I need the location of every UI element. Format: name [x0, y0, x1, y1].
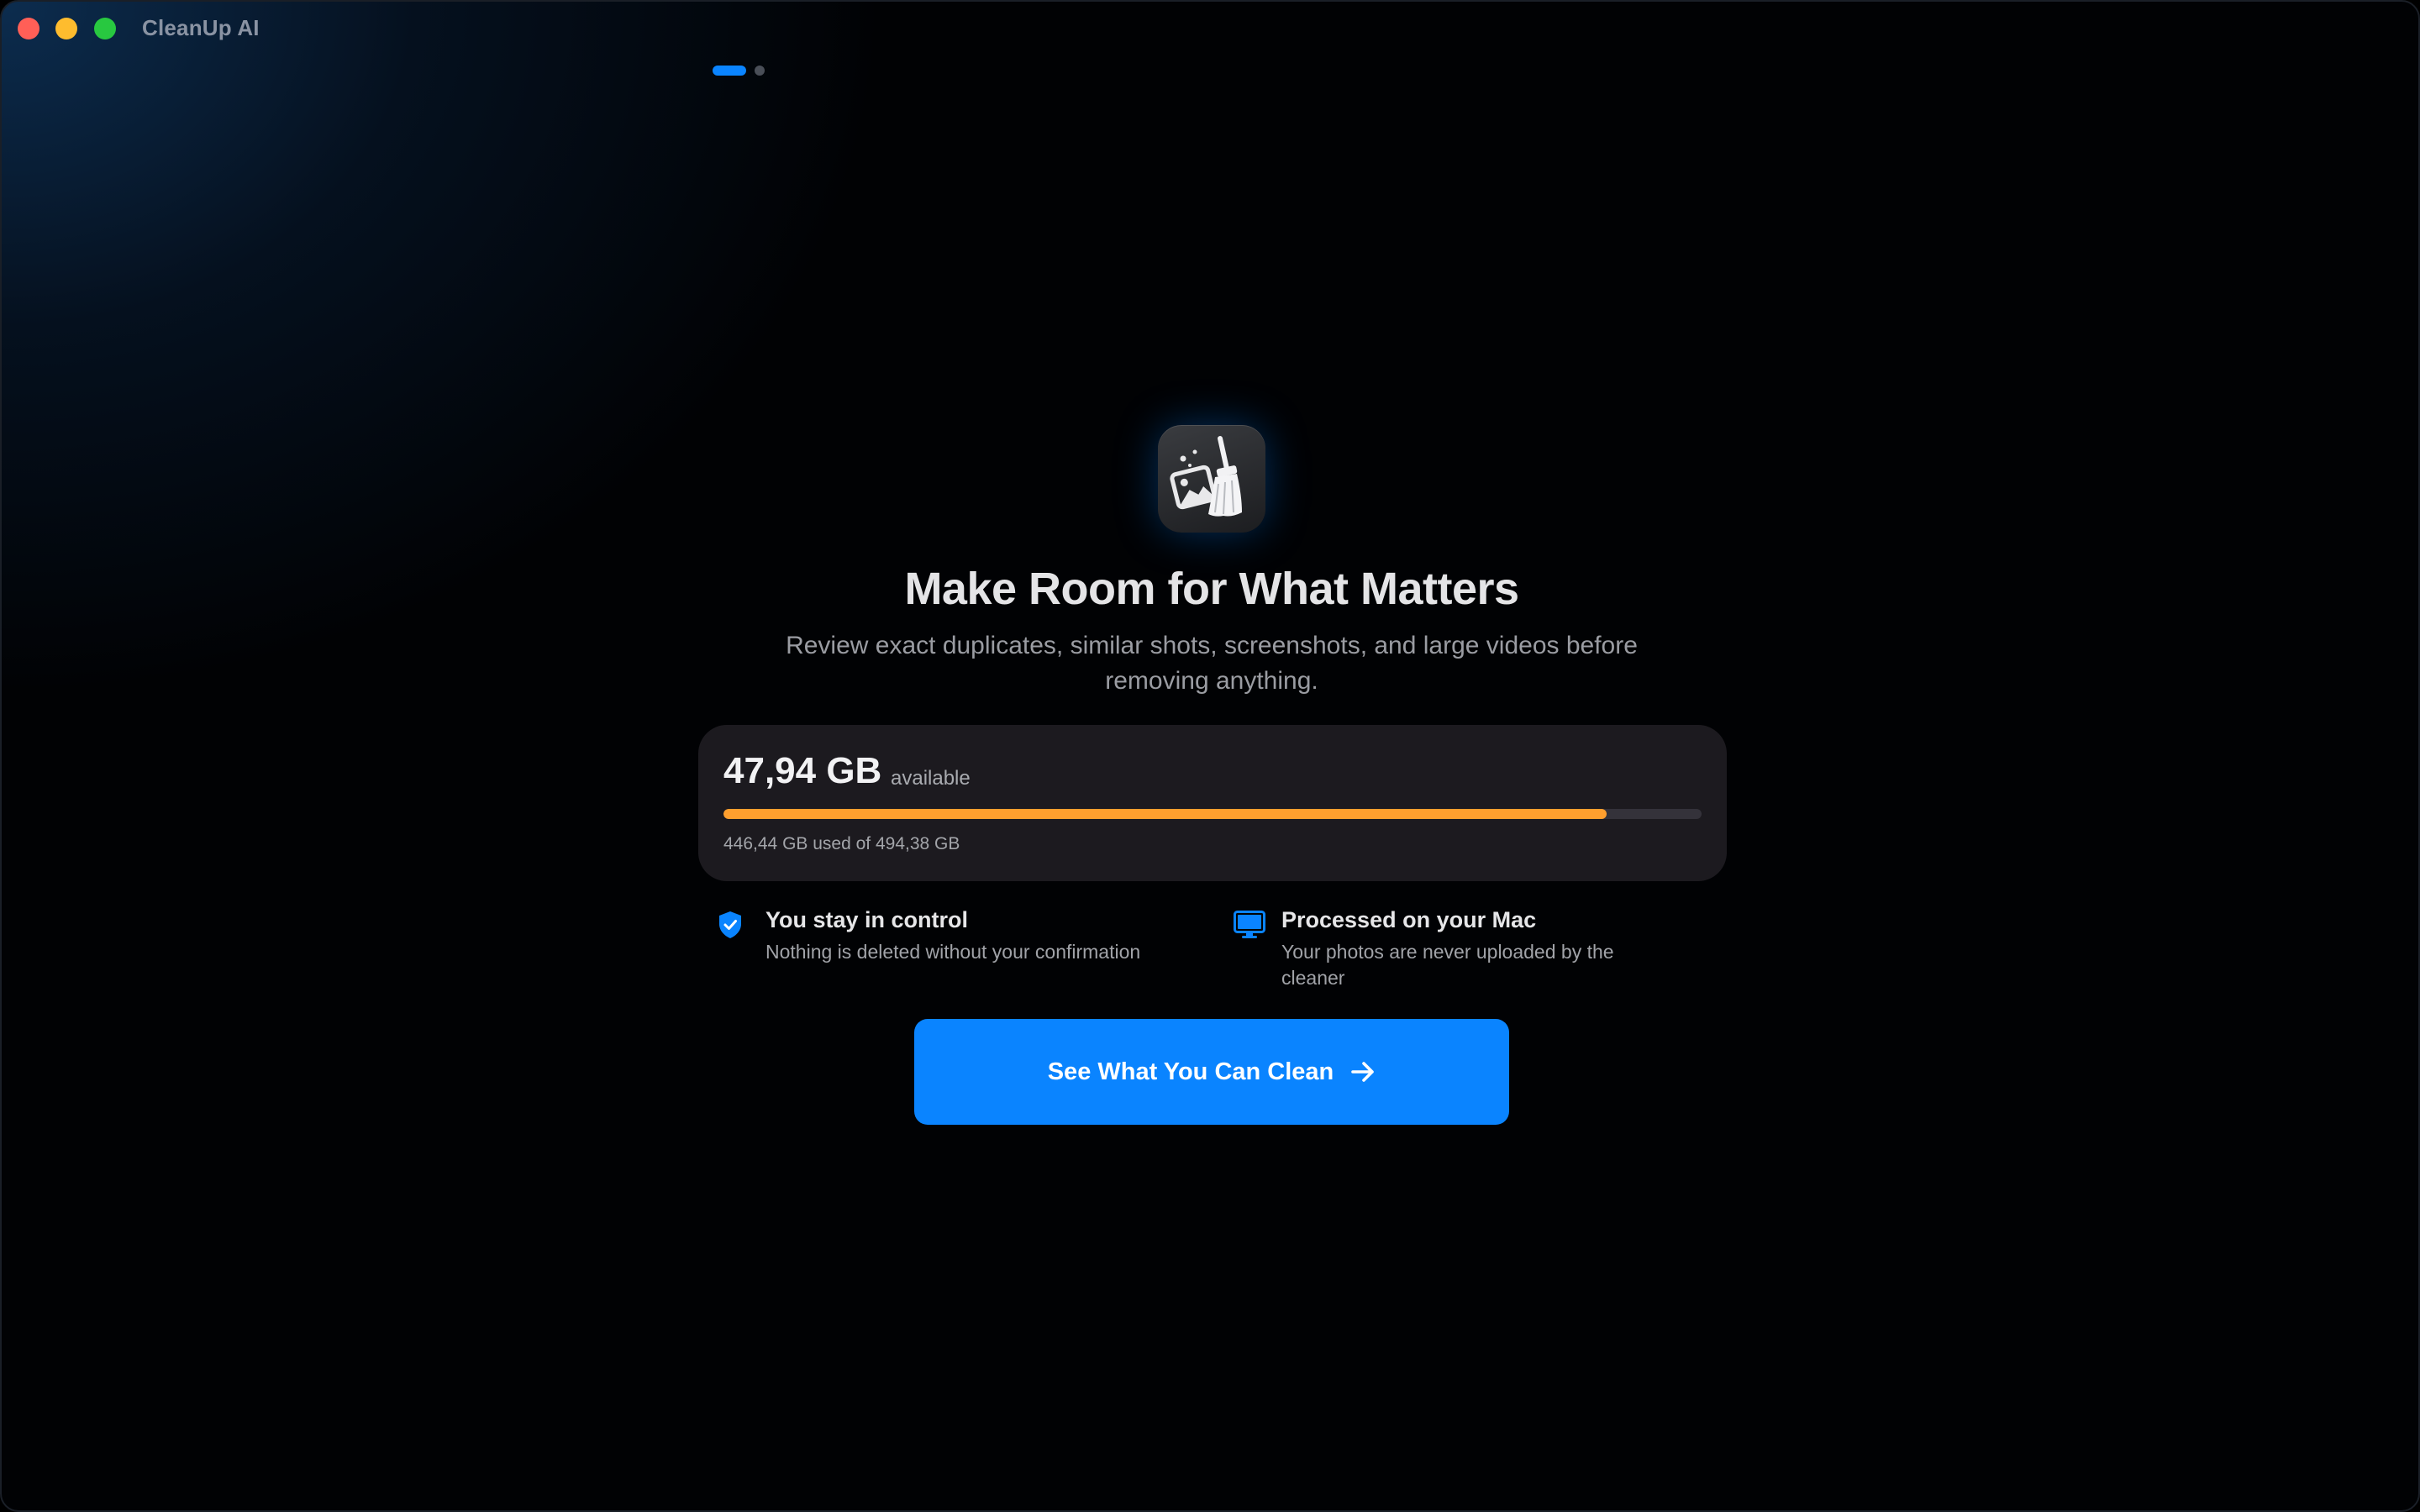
onboarding-headline: Make Room for What Matters [904, 564, 1519, 614]
storage-card: 47,94 GB available 446,44 GB used of 494… [698, 725, 1727, 881]
window-title: CleanUp AI [142, 15, 260, 40]
storage-available-label: available [891, 767, 971, 790]
window-zoom-button[interactable] [94, 18, 116, 39]
shield-check-icon [718, 911, 743, 943]
app-window: CleanUp AI Make Room for What Matters Re… [0, 0, 2420, 1512]
feature-processed-on-mac: Processed on your Mac Your photos are ne… [1234, 907, 1637, 991]
storage-usage-fill [723, 809, 1607, 819]
onboarding-subtext: Review exact duplicates, similar shots, … [786, 632, 1638, 695]
feature-description: Your photos are never uploaded by the cl… [1281, 941, 1614, 989]
feature-title: You stay in control [765, 907, 969, 932]
window-minimize-button[interactable] [55, 18, 77, 39]
broom-with-photo-icon [1170, 436, 1242, 517]
cta-label: See What You Can Clean [1047, 1058, 1334, 1085]
see-what-you-can-clean-button[interactable]: See What You Can Clean [914, 1019, 1509, 1125]
page-dot[interactable] [755, 66, 765, 76]
page-indicator [713, 66, 765, 76]
feature-title: Processed on your Mac [1281, 907, 1537, 932]
storage-used-summary: 446,44 GB used of 494,38 GB [723, 834, 960, 853]
app-icon [1158, 425, 1265, 533]
storage-available-amount: 47,94 GB [723, 750, 882, 791]
window-close-button[interactable] [18, 18, 39, 39]
feature-stay-in-control: You stay in control Nothing is deleted w… [718, 907, 1188, 974]
desktop-computer-icon [1234, 911, 1265, 943]
storage-usage-bar [723, 809, 1702, 819]
arrow-right-icon [1350, 1060, 1376, 1084]
page-dot-active[interactable] [713, 66, 746, 76]
feature-description: Nothing is deleted without your confirma… [765, 941, 1141, 963]
